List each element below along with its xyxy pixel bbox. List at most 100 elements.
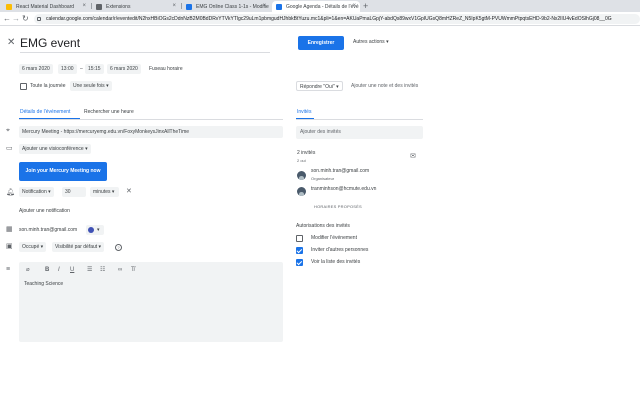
proposed-times-button[interactable]: HORAIRES PROPOSÉS [314,204,362,209]
add-conference-select[interactable]: Ajouter une visioconférence ▾ [19,144,91,154]
bulleted-list-icon[interactable]: ☷ [100,267,105,274]
tab-find-time[interactable]: Rechercher une heure [84,108,134,116]
url-text: calendar.google.com/calendar/r/eventedit… [46,16,612,22]
italic-icon[interactable]: I [58,267,60,274]
forward-arrow-icon[interactable]: → [12,14,20,24]
guests-divider [296,119,423,120]
numbered-list-icon[interactable]: ☰ [87,267,92,274]
link-icon[interactable]: ∞ [118,267,122,274]
url-field[interactable]: calendar.google.com/calendar/r/eventedit… [34,14,640,24]
add-notification-link[interactable]: Ajouter une notification [19,206,70,216]
chevron-down-icon: ▾ [97,227,100,233]
clear-format-icon[interactable]: T̸ [131,267,135,274]
event-color-select[interactable]: ▾ [86,225,104,235]
chevron-down-icon: ▾ [111,189,115,195]
underline-icon[interactable]: U [70,267,74,274]
description-lines-icon: ≡ [6,266,11,273]
attachment-icon[interactable]: ⌀ [26,267,30,274]
availability-value: Occupé [22,244,40,250]
notification-unit-select[interactable]: minutes ▾ [90,187,119,197]
add-guests-input[interactable]: Ajouter des invités [296,126,423,139]
add-note-link[interactable]: Ajouter une note et des invités [351,81,418,91]
browser-tab-bar: React Material Dashboard × Extensions × … [0,0,640,12]
avatar [297,171,306,180]
see-guest-list-checkbox[interactable] [296,259,303,266]
rsvp-value: Répondre "Oui" [300,84,335,90]
guest-email: son.minh.tran@gmail.com [311,168,370,174]
tab-title: React Material Dashboard [16,3,75,10]
tab-title: Google Agenda - Détails de l'évé [286,3,359,10]
visibility-value: Visibilité par défaut [55,244,98,250]
save-button[interactable]: Enregistrer [298,36,344,50]
location-input[interactable]: Mercury Meeting - https://mercuryemg.edu… [19,126,283,138]
location-pin-icon: ⌖ [6,127,10,134]
tab-guests[interactable]: Invités [297,108,311,116]
close-tab-icon[interactable]: × [352,3,356,9]
notification-type-select[interactable]: Notification ▾ [19,187,54,197]
chevron-down-icon: ▾ [106,83,109,89]
event-title-input[interactable]: EMG event [20,35,270,53]
browser-tab-emg-online[interactable]: EMG Online Class 1-1s - Modifie × [182,1,270,12]
tab-title: Extensions [106,3,131,10]
calendar-owner: son.minh.tran@gmail.com [19,227,78,233]
chevron-down-icon: ▾ [98,244,102,250]
add-conference-label: Ajouter une visioconférence [22,146,84,152]
details-divider [19,119,283,120]
bold-icon[interactable]: B [45,267,49,274]
timezone-link[interactable]: Fuseau horaire [149,64,183,74]
notification-unit-value: minutes [93,189,111,195]
calendar-icon: ▦ [6,226,13,233]
visibility-select[interactable]: Visibilité par défaut ▾ [52,242,105,252]
video-camera-icon: ▭ [6,145,13,152]
modify-event-checkbox[interactable] [296,235,303,242]
chevron-down-icon: ▾ [386,39,389,45]
address-bar-row: ← → ↻ calendar.google.com/calendar/r/eve… [0,12,640,26]
all-day-checkbox[interactable] [20,83,27,90]
guest-permissions-title: Autorisations des invités [296,223,350,229]
guest-email: tranminhson@hcmute.edu.vn [311,186,377,192]
guest-count: 2 invités [297,150,316,156]
repeat-value: Une seule fois [73,83,105,89]
close-icon[interactable]: ✕ [7,38,15,48]
repeat-select[interactable]: Une seule fois ▾ [70,81,112,91]
modify-event-label: Modifier l'événement [311,235,357,241]
tab-event-details[interactable]: Détails de l'événement [20,108,70,116]
rsvp-select[interactable]: Répondre "Oui" ▾ [296,81,343,91]
chevron-down-icon: ▾ [48,189,51,195]
browser-tab-extensions[interactable]: Extensions × [92,1,180,12]
notification-type-value: Notification [22,189,47,195]
invite-others-checkbox[interactable] [296,247,303,254]
briefcase-icon: ▣ [6,243,13,250]
join-meeting-button[interactable]: Join your Mercury Meeting now [19,162,107,181]
start-time-field[interactable]: 13:00 [58,64,77,74]
remove-notification-icon[interactable]: ✕ [126,188,132,196]
guest-status: 2 oui [297,158,306,163]
invite-others-label: Inviter d'autres personnes [311,247,369,253]
more-actions-button[interactable]: Autres actions ▾ [353,38,389,47]
end-date-field[interactable]: 6 mars 2020 [107,64,141,74]
react-favicon-icon [6,3,12,10]
description-editor[interactable]: ⌀ B I U ☰ ☷ ∞ T̸ Teaching Science [19,262,283,342]
close-tab-icon[interactable]: × [172,3,176,9]
puzzle-favicon-icon [96,3,102,10]
time-separator: – [80,66,83,72]
guest-role: Organisateur [311,176,335,181]
reload-icon[interactable]: ↻ [22,14,29,24]
close-tab-icon[interactable]: × [82,3,86,9]
more-actions-label: Autres actions [353,39,385,45]
chevron-down-icon: ▾ [336,84,339,90]
browser-tab-google-agenda[interactable]: Google Agenda - Détails de l'évé × [272,1,360,12]
new-tab-button[interactable]: + [363,0,368,12]
end-time-field[interactable]: 15:15 [85,64,104,74]
description-text: Teaching Science [24,281,64,287]
notification-value-input[interactable]: 30 [62,187,86,197]
back-arrow-icon[interactable]: ← [3,14,11,24]
lock-icon [37,17,41,21]
browser-tab-react-dashboard[interactable]: React Material Dashboard × [2,1,90,12]
all-day-label: Toute la journée [30,83,66,89]
availability-select[interactable]: Occupé ▾ [19,242,47,252]
start-date-field[interactable]: 6 mars 2020 [19,64,53,74]
close-tab-icon[interactable]: × [262,3,266,9]
help-icon[interactable]: ? [115,244,122,251]
email-guests-icon[interactable]: ✉ [410,153,416,161]
